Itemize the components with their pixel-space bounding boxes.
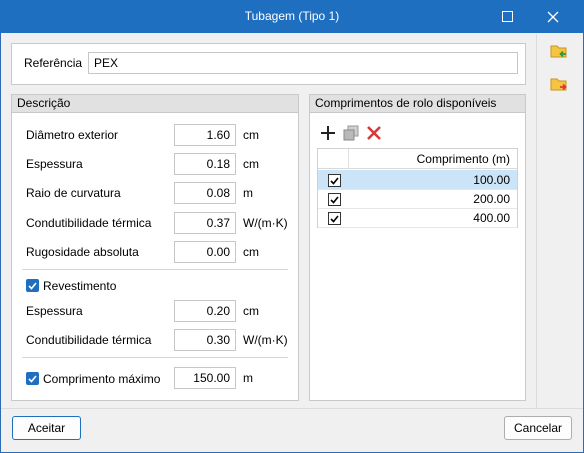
coating-thickness-unit: cm [243,304,259,318]
description-header: Descrição [12,95,298,113]
maximize-button[interactable] [484,0,530,33]
roll-lengths-panel: Comprimentos de rolo disponíveis Comprim… [309,94,526,401]
close-icon [547,11,559,22]
bend-radius-label: Raio de curvatura [26,186,121,200]
add-icon[interactable] [320,125,336,141]
row-checkbox[interactable] [328,193,341,206]
coating-thickness-input[interactable]: 0.20 [174,300,236,322]
row-length-value: 400.00 [473,211,510,225]
side-toolbar [536,34,583,408]
row-length-value: 100.00 [473,173,510,187]
close-button[interactable] [530,0,576,33]
max-length-label[interactable]: Comprimento máximo [43,368,160,390]
roughness-input[interactable]: 0.00 [174,241,236,263]
table-header: Comprimento (m) [318,149,517,169]
reference-input[interactable]: PEX [88,52,518,74]
reference-panel: Referência PEX [11,43,526,85]
folder-import-icon[interactable] [549,41,569,61]
max-length-input[interactable]: 150.00 [174,367,236,389]
separator [22,357,288,358]
description-panel: Descrição Diâmetro exterior 1.60 cm Espe… [11,94,299,401]
accept-button[interactable]: Aceitar [12,416,81,440]
checkmark-icon [330,176,339,185]
separator [22,269,288,270]
roughness-label: Rugosidade absoluta [26,245,139,259]
bend-radius-input[interactable]: 0.08 [174,182,236,204]
table-row[interactable]: 400.00 [318,208,517,228]
table-row[interactable]: 100.00 [318,170,517,190]
thickness-label: Espessura [26,157,83,171]
duplicate-icon[interactable] [343,125,359,141]
checkmark-icon [28,374,37,383]
thermal-conductivity-unit: W/(m·K) [243,216,288,230]
thermal-conductivity-label: Condutibilidade térmica [26,216,152,230]
thermal-conductivity-input[interactable]: 0.37 [174,212,236,234]
cancel-button[interactable]: Cancelar [504,416,572,440]
bend-radius-unit: m [243,186,253,200]
roughness-unit: cm [243,245,259,259]
max-length-checkbox[interactable] [26,372,39,385]
coating-conductivity-input[interactable]: 0.30 [174,329,236,351]
maximize-icon [501,11,513,22]
coating-label[interactable]: Revestimento [43,275,116,297]
footer-separator [1,408,583,409]
reference-label: Referência [24,56,83,70]
title-bar: Tubagem (Tipo 1) [0,0,584,33]
roll-lengths-header: Comprimentos de rolo disponíveis [310,95,525,113]
coating-thickness-label: Espessura [26,304,83,318]
row-length-value: 200.00 [473,192,510,206]
coating-checkbox[interactable] [26,279,39,292]
outer-diameter-unit: cm [243,128,259,142]
coating-conductivity-unit: W/(m·K) [243,333,288,347]
checkmark-icon [28,281,37,290]
outer-diameter-input[interactable]: 1.60 [174,124,236,146]
checkmark-icon [330,214,339,223]
checkbox-column-header [318,149,349,169]
thickness-input[interactable]: 0.18 [174,153,236,175]
roll-lengths-table: Comprimento (m) 100.00 200.00 400.00 [317,148,518,228]
table-row[interactable]: 200.00 [318,189,517,209]
length-column-header: Comprimento (m) [416,152,510,166]
max-length-unit: m [243,371,253,385]
coating-conductivity-label: Condutibilidade térmica [26,333,152,347]
delete-icon[interactable] [366,125,382,141]
folder-export-icon[interactable] [549,74,569,94]
row-checkbox[interactable] [328,212,341,225]
row-checkbox[interactable] [328,174,341,187]
outer-diameter-label: Diâmetro exterior [26,128,119,142]
checkmark-icon [330,195,339,204]
thickness-unit: cm [243,157,259,171]
